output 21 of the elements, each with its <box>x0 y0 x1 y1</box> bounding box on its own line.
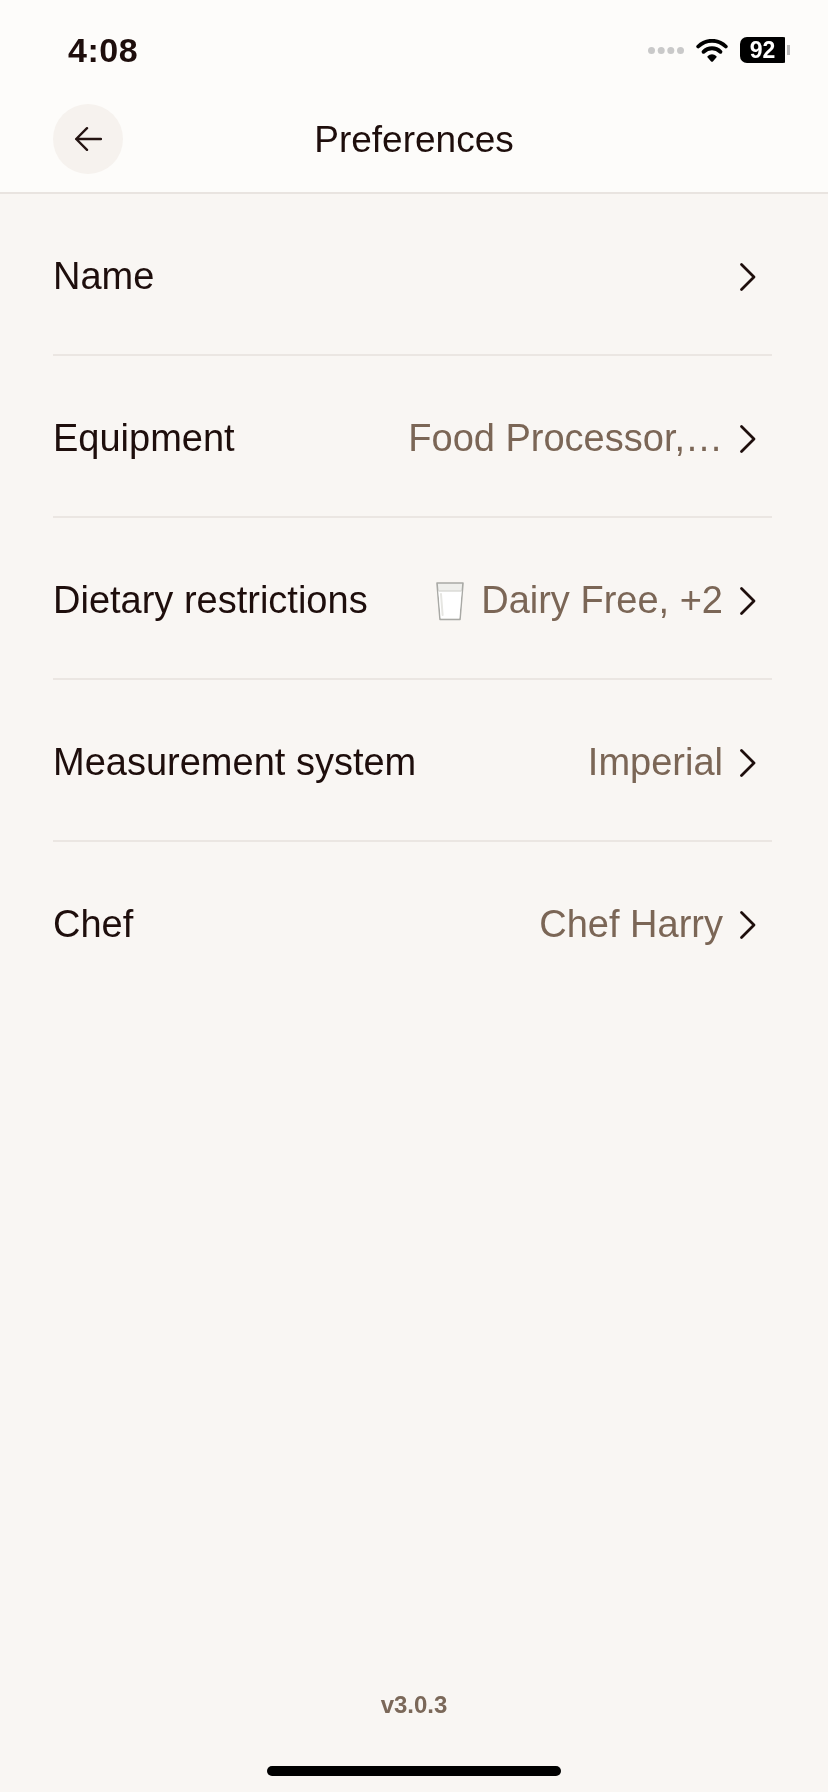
setting-value: Food Processor,… <box>408 416 723 462</box>
wifi-icon <box>696 38 728 62</box>
setting-label[interactable]: Chef <box>53 902 134 948</box>
arrow-left-icon <box>74 127 102 151</box>
battery-indicator: 92 <box>740 37 790 63</box>
status-time: 4:08 <box>68 33 139 67</box>
signal-icon <box>648 46 684 54</box>
setting-value: Dairy Free, +2 <box>481 578 723 624</box>
chevron-icon[interactable] <box>739 748 757 778</box>
chevron-icon[interactable] <box>739 586 757 616</box>
version-label: v3.0.3 <box>380 1690 448 1720</box>
page-title: Preferences <box>313 117 515 162</box>
setting-label[interactable]: Name <box>53 254 155 300</box>
setting-value: Imperial <box>587 740 723 786</box>
setting-label[interactable]: Measurement system <box>53 740 417 786</box>
chevron-icon[interactable] <box>739 262 757 292</box>
setting-label[interactable]: Dietary restrictions <box>53 578 368 624</box>
setting-label[interactable]: Equipment <box>53 416 235 462</box>
chevron-icon[interactable] <box>739 910 757 940</box>
setting-value: Chef Harry <box>539 902 723 948</box>
chevron-icon[interactable] <box>739 424 757 454</box>
